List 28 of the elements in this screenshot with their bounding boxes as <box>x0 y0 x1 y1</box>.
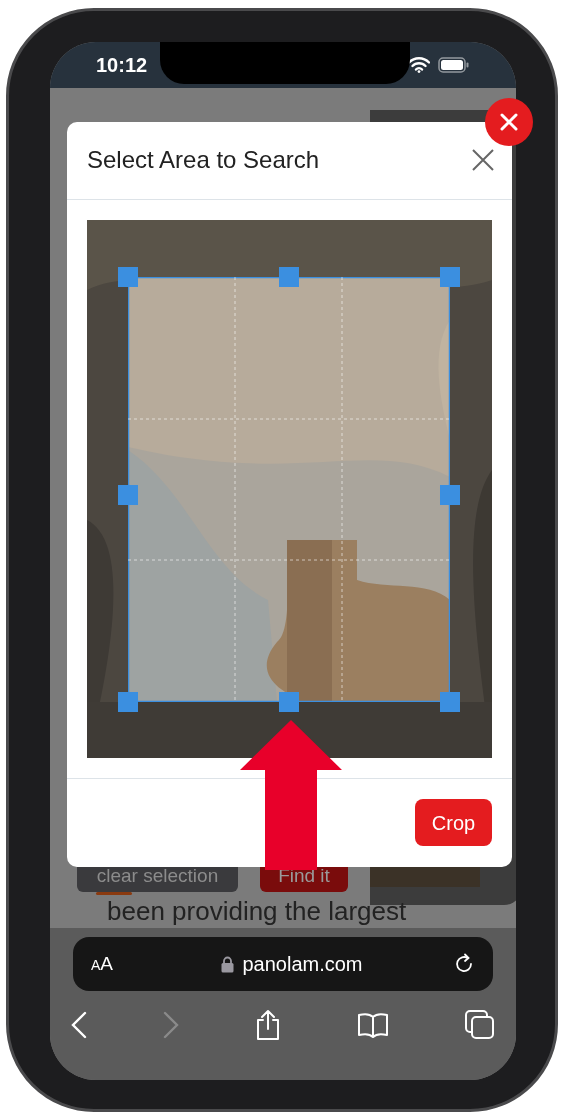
crop-handle[interactable] <box>118 484 138 505</box>
close-icon[interactable] <box>472 149 494 172</box>
wifi-icon <box>408 57 430 73</box>
lock-icon <box>221 955 235 973</box>
crop-frame[interactable] <box>128 276 450 702</box>
crop-handle[interactable] <box>279 266 299 287</box>
forward-icon[interactable] <box>163 1011 179 1039</box>
crop-handle[interactable] <box>118 691 138 712</box>
tabs-icon[interactable] <box>465 1010 495 1040</box>
crop-button[interactable]: Crop <box>415 799 492 847</box>
crop-handle[interactable] <box>440 691 460 712</box>
crop-handle[interactable] <box>279 691 299 712</box>
reload-icon[interactable] <box>453 953 475 975</box>
modal-title: Select Area to Search <box>87 145 320 176</box>
page-text: been providing the largest <box>107 895 407 927</box>
text-size-button[interactable]: AA <box>91 949 131 979</box>
crop-handle[interactable] <box>118 266 138 287</box>
status-time: 10:12 <box>96 53 148 78</box>
book-icon[interactable] <box>357 1012 389 1038</box>
crop-handle[interactable] <box>440 266 460 287</box>
underline-mark <box>96 892 132 895</box>
crop-handle[interactable] <box>440 484 460 505</box>
back-icon[interactable] <box>71 1011 87 1039</box>
close-badge-icon[interactable] <box>485 98 533 146</box>
url-text: panolam.com <box>242 952 363 977</box>
share-icon[interactable] <box>255 1009 281 1041</box>
address-bar[interactable]: AA panolam.com <box>73 937 493 991</box>
battery-icon <box>438 57 470 73</box>
